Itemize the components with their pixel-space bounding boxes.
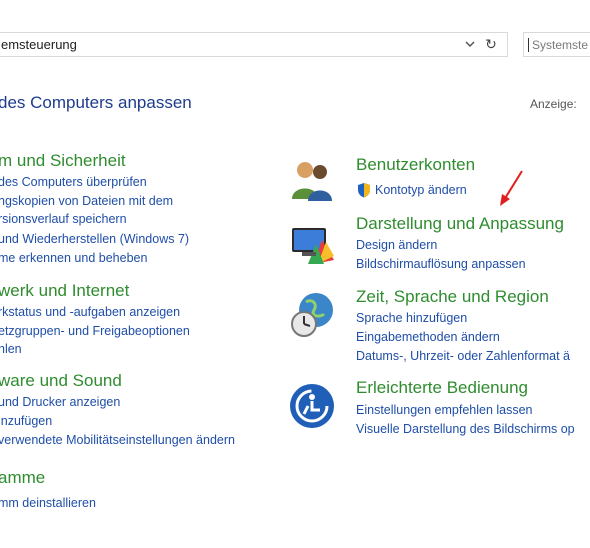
link-homegroup-sharing[interactable]: etzgruppen- und Freigabeoptionen — [0, 324, 190, 338]
category-hardware-sound-title[interactable]: ware und Sound — [0, 371, 122, 391]
ease-of-access-icon[interactable] — [288, 382, 336, 430]
link-backup-restore-win7[interactable]: und Wiederherstellen (Windows 7) — [0, 232, 189, 246]
clock-globe-icon[interactable] — [288, 290, 336, 338]
category-programs-title[interactable]: amme — [0, 468, 45, 488]
page-title: des Computers anpassen — [0, 93, 192, 112]
search-placeholder: Systemste — [532, 38, 589, 52]
link-backup-file-history-2[interactable]: rsionsverlauf speichern — [0, 212, 127, 226]
text-caret — [528, 38, 529, 52]
link-add-language[interactable]: Sprache hinzufügen — [356, 311, 467, 325]
link-check-computer-status[interactable]: des Computers überprüfen — [0, 175, 147, 189]
chevron-down-icon[interactable] — [463, 37, 477, 51]
category-clock-region-title[interactable]: Zeit, Sprache und Region — [356, 287, 549, 307]
link-devices-printers[interactable]: und Drucker anzeigen — [0, 395, 120, 409]
address-bar[interactable]: emsteuerung ↻ — [0, 32, 508, 57]
annotation-arrow-icon — [500, 170, 523, 206]
link-let-windows-suggest[interactable]: Einstellungen empfehlen lassen — [356, 403, 533, 417]
refresh-icon[interactable]: ↻ — [483, 36, 499, 52]
category-appearance-title[interactable]: Darstellung und Anpassung — [356, 214, 564, 234]
category-network-internet-title[interactable]: werk und Internet — [0, 281, 129, 301]
link-troubleshoot[interactable]: me erkennen und beheben — [0, 251, 147, 265]
link-change-account-type[interactable]: Kontotyp ändern — [375, 183, 467, 197]
link-homegroup-sharing-2[interactable]: hlen — [0, 342, 22, 356]
link-add-device[interactable]: inzufügen — [0, 414, 52, 428]
link-change-date-time-format[interactable]: Datums-, Uhrzeit- oder Zahlenformat ä — [356, 349, 570, 363]
view-by-label: Anzeige: — [530, 97, 577, 111]
link-network-status[interactable]: rkstatus und -aufgaben anzeigen — [0, 305, 180, 319]
search-input[interactable]: Systemste — [523, 32, 590, 57]
link-adjust-resolution[interactable]: Bildschirmauflösung anpassen — [356, 257, 526, 271]
link-mobility-settings[interactable]: verwendete Mobilitätseinstellungen änder… — [0, 433, 235, 447]
category-ease-of-access-title[interactable]: Erleichterte Bedienung — [356, 378, 528, 398]
appearance-icon[interactable] — [288, 220, 336, 268]
link-change-input-methods[interactable]: Eingabemethoden ändern — [356, 330, 500, 344]
link-change-theme[interactable]: Design ändern — [356, 238, 437, 252]
link-optimize-visual-display[interactable]: Visuelle Darstellung des Bildschirms op — [356, 422, 575, 436]
link-uninstall-program[interactable]: mm deinstallieren — [0, 496, 96, 510]
category-system-security-title[interactable]: m und Sicherheit — [0, 151, 126, 171]
category-user-accounts-title[interactable]: Benutzerkonten — [356, 155, 475, 175]
user-accounts-icon[interactable] — [288, 155, 336, 203]
link-backup-file-history[interactable]: ngskopien von Dateien mit dem — [0, 194, 173, 208]
uac-shield-icon — [358, 183, 370, 198]
address-path[interactable]: emsteuerung — [1, 37, 77, 52]
